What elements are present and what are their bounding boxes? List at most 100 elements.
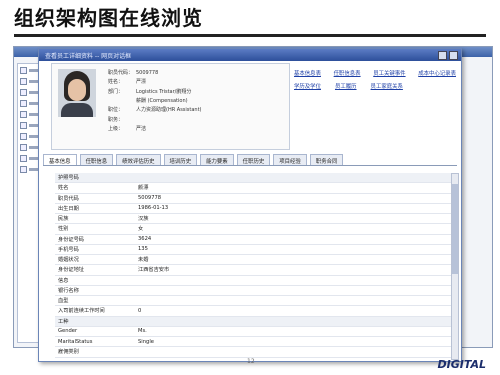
tab-basic-info[interactable]: 基本信息	[43, 154, 77, 165]
table-row: 雇佣类别	[55, 347, 455, 358]
field-value: 薪酬 (Compensation)	[136, 98, 188, 105]
cell-label: 婚姻状况	[58, 257, 79, 264]
expand-icon[interactable]	[20, 122, 27, 129]
tree-node[interactable]	[20, 88, 40, 97]
table-row: 手机号码 135	[55, 245, 455, 255]
expand-icon[interactable]	[20, 133, 27, 140]
tab-training[interactable]: 培训历史	[163, 154, 198, 165]
cell-label: MaritalStatus	[58, 338, 93, 345]
cell-value: Single	[138, 338, 154, 345]
field-value: Logistics Tristar/鹏翔分	[136, 88, 192, 95]
expand-icon[interactable]	[20, 78, 27, 85]
cell-label: 工种	[58, 318, 69, 325]
table-row: 婚姻状况 未婚	[55, 255, 455, 266]
tree-node[interactable]	[20, 154, 40, 163]
cell-label: 信息	[58, 277, 69, 284]
title-divider	[14, 34, 486, 37]
tab-projects[interactable]: 项目经验	[273, 154, 307, 165]
links-row: 学历及学位 员工履历 员工家庭关系	[294, 82, 456, 90]
employee-photo	[58, 69, 96, 117]
cell-label: 性别	[58, 226, 69, 233]
cell-label: 身份证号码	[58, 236, 84, 243]
link-cost-center[interactable]: 成本中心记录表	[418, 69, 456, 77]
close-icon[interactable]	[449, 51, 458, 60]
tree-node[interactable]	[20, 99, 40, 108]
table-row: 姓名 颜漂	[55, 183, 455, 194]
profile-row-position: 职位： 人力资源助理(HR Assistant)	[108, 105, 202, 114]
cell-value: 3624	[138, 236, 152, 243]
minimize-icon[interactable]	[438, 51, 447, 60]
cell-label: 雇佣类别	[58, 349, 79, 356]
field-value: 严漂	[136, 79, 147, 86]
tree-node[interactable]	[20, 110, 40, 119]
cell-label: 出生日期	[58, 205, 79, 212]
cell-label: Gender	[58, 328, 78, 335]
profile-row-dept: 部门： Logistics Tristar/鹏翔分	[108, 87, 202, 96]
dialog-title: 查看员工详细资料 -- 网页对话框	[45, 52, 132, 60]
profile-row-name: 姓名： 严漂	[108, 77, 202, 86]
cell-value: Ms.	[138, 328, 147, 335]
field-label: 职员代码：	[108, 70, 134, 77]
cell-label: 姓名	[58, 185, 69, 192]
field-label: 部门：	[108, 88, 124, 95]
field-label: 上级：	[108, 125, 124, 132]
table-row: 信息	[55, 276, 455, 286]
expand-icon[interactable]	[20, 155, 27, 162]
cell-label: 手机号码	[58, 246, 79, 253]
expand-icon[interactable]	[20, 67, 27, 74]
profile-row-manager: 上级： 严洁	[108, 124, 202, 133]
table-row: 性别 女	[55, 224, 455, 235]
cell-label: 民族	[58, 216, 69, 223]
cell-value: 0	[138, 307, 142, 314]
expand-icon[interactable]	[20, 144, 27, 151]
tab-position[interactable]: 任职信息	[79, 154, 114, 165]
field-value: 5009778	[136, 69, 159, 76]
link-key-events[interactable]: 员工关键事件	[373, 69, 405, 77]
link-resume[interactable]: 员工履历	[335, 82, 357, 90]
table-row: 银行名称	[55, 286, 455, 296]
cell-value: 135	[138, 246, 148, 253]
cell-value: 未婚	[138, 257, 149, 264]
detail-tabs: 基本信息 任职信息 绩效评估历史 培训历史 能力要素 任职历史 项目经验 职务合…	[43, 154, 457, 166]
tree-node[interactable]	[20, 121, 40, 130]
tree-node[interactable]	[20, 165, 40, 174]
links-row: 基本信息表 任职信息表 员工关键事件 成本中心记录表	[294, 69, 456, 77]
cell-value: 女	[138, 226, 144, 233]
report-links: 基本信息表 任职信息表 员工关键事件 成本中心记录表 学历及学位 员工履历 员工…	[294, 69, 456, 95]
tab-contract[interactable]: 职务合同	[309, 154, 344, 165]
table-row: 民族 汉族	[55, 214, 455, 225]
table-row: Gender Ms.	[55, 327, 455, 337]
table-row: 入司前连续工作时间 0	[55, 306, 455, 317]
profile-row-code: 职员代码： 5009778	[108, 68, 202, 77]
table-scrollbar[interactable]	[451, 173, 459, 360]
tree-node[interactable]	[20, 132, 40, 141]
profile-row-title: 职务：	[108, 114, 202, 123]
expand-icon[interactable]	[20, 111, 27, 118]
tab-performance[interactable]: 绩效评估历史	[116, 154, 161, 165]
company-logo: DIGITAL	[437, 358, 486, 371]
cell-label: 护照号码	[58, 175, 79, 182]
tree-node[interactable]	[20, 77, 40, 86]
field-value: 人力资源助理(HR Assistant)	[136, 107, 202, 114]
field-label: 职务：	[108, 116, 124, 123]
cell-label: 身份证地址	[58, 267, 84, 274]
expand-icon[interactable]	[20, 166, 27, 173]
expand-icon[interactable]	[20, 100, 27, 107]
link-education[interactable]: 学历及学位	[294, 82, 321, 90]
link-family[interactable]: 员工家庭关系	[371, 82, 403, 90]
link-position-info[interactable]: 任职信息表	[334, 69, 361, 77]
expand-icon[interactable]	[20, 89, 27, 96]
tree-node[interactable]	[20, 143, 40, 152]
employee-detail-dialog: 查看员工详细资料 -- 网页对话框 职员代码： 5009778 姓名： 严漂 部门：…	[38, 48, 462, 362]
tab-position-history[interactable]: 任职历史	[236, 154, 271, 165]
table-row: 身份证号码 3624	[55, 235, 455, 245]
table-row: 血型	[55, 296, 455, 307]
basic-info-table: 护照号码 姓名 颜漂 职员代码 5009778 出生日期 1986-01-13 民族 汉…	[55, 173, 455, 358]
tab-competency[interactable]: 能力要素	[200, 154, 234, 165]
tree-node[interactable]	[20, 66, 40, 75]
link-basic-info[interactable]: 基本信息表	[294, 69, 321, 77]
cell-value: 江西省吉安市	[138, 267, 170, 274]
window-controls	[438, 51, 458, 60]
slide-title: 组织架构图在线浏览	[14, 6, 203, 30]
scrollbar-thumb[interactable]	[452, 184, 458, 274]
